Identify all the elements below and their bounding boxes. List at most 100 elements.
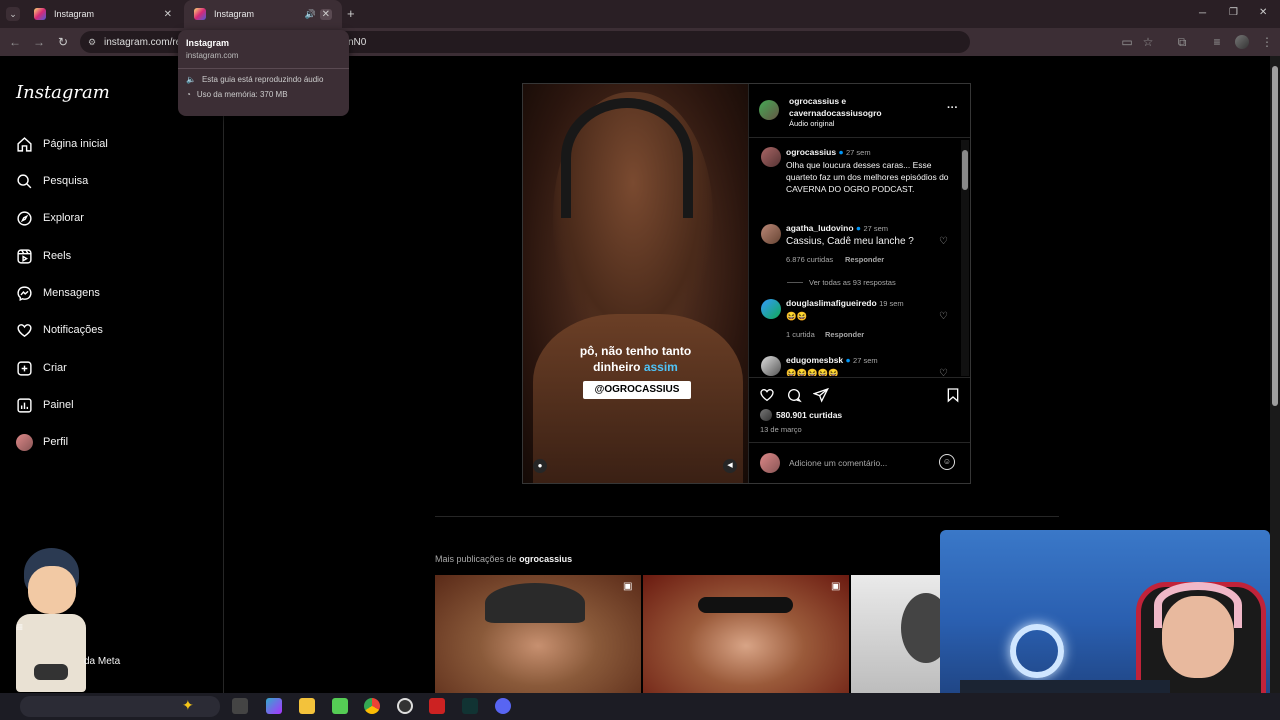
verified-badge-icon: ● [845, 355, 851, 365]
save-bookmark-icon[interactable] [945, 387, 961, 403]
reel-video[interactable]: pô, não tenho tanto dinheiro assim @OGRO… [523, 84, 748, 483]
task-view-icon[interactable] [232, 698, 248, 714]
comment-likes[interactable]: 6.876 curtidas [786, 255, 833, 264]
nav-profile[interactable]: Perfil [16, 430, 68, 454]
tab-search-button[interactable]: ⌄ [6, 7, 20, 21]
reels-icon [17, 248, 32, 264]
reply-button[interactable]: Responder [845, 255, 884, 264]
install-app-icon[interactable]: ▭ [1120, 35, 1134, 49]
section-divider [435, 516, 1059, 517]
new-tab-button[interactable]: + [347, 6, 355, 21]
nav-reels[interactable]: Reels [16, 244, 71, 268]
page-scrollbar[interactable] [1270, 56, 1280, 693]
audio-label[interactable]: Áudio original [789, 119, 834, 128]
close-tab-icon[interactable]: ✕ [319, 8, 332, 20]
copilot-sparkle-icon[interactable]: ✦ [182, 697, 194, 714]
tagged-user-icon[interactable]: ● [533, 459, 547, 473]
nav-create[interactable]: Criar [16, 356, 67, 380]
app-icon-green[interactable] [332, 698, 348, 714]
media-control-icon[interactable]: ≡ [1210, 35, 1224, 49]
tab-instagram-1[interactable]: Instagram ✕ [24, 0, 182, 28]
home-icon [17, 136, 32, 152]
nav-home[interactable]: Página inicial [16, 132, 108, 156]
view-replies-link[interactable]: Ver todas as 93 respostas [809, 278, 896, 287]
ring-light [1010, 624, 1064, 678]
instagram-logo[interactable]: Instagram [16, 82, 110, 103]
comment-username[interactable]: douglaslimafigueiredo [786, 298, 877, 308]
app-icon-red[interactable] [429, 698, 445, 714]
file-explorer-icon[interactable] [299, 698, 315, 714]
chrome-icon[interactable] [364, 698, 380, 714]
post-thumbnail[interactable]: ▣ [643, 575, 849, 693]
reload-icon[interactable]: ↻ [56, 35, 70, 49]
post-thumbnail[interactable] [851, 575, 941, 693]
comment-avatar[interactable] [761, 356, 781, 376]
more-menu-icon[interactable]: ≡ [16, 620, 23, 634]
comment-text: 😆😆 [786, 311, 808, 321]
audio-playing-icon[interactable]: 🔊 [305, 9, 316, 20]
meta-label[interactable]: da Meta [84, 656, 120, 667]
nav-explore[interactable]: Explorar [16, 206, 84, 230]
author-line1[interactable]: ogrocassius e [789, 96, 846, 106]
nav-messages[interactable]: Mensagens [16, 281, 100, 305]
hover-card-memory: ◔ Uso da memória: 370 MB [186, 90, 288, 99]
restore-icon[interactable]: ❐ [1229, 7, 1238, 18]
nav-label: Página inicial [43, 138, 108, 150]
minimize-icon[interactable]: ─ [1199, 8, 1206, 19]
comment-text: Olha que loucura desses caras... Esse qu… [786, 160, 949, 194]
comment-avatar[interactable] [761, 224, 781, 244]
comments-scrollbar[interactable] [961, 140, 969, 376]
like-icon[interactable] [759, 387, 775, 403]
profile-avatar[interactable] [1235, 35, 1249, 49]
post-thumbnail[interactable]: ▣ [435, 575, 641, 693]
hover-card-title: Instagram [186, 38, 230, 48]
comment-username[interactable]: edugomesbsk [786, 355, 843, 365]
headset-shape [1154, 582, 1242, 628]
close-window-icon[interactable]: ✕ [1259, 7, 1267, 18]
obs-icon[interactable] [397, 698, 413, 714]
headphones-shape [561, 98, 693, 218]
back-icon[interactable]: ← [8, 35, 22, 49]
like-comment-icon[interactable]: ♡ [939, 236, 948, 247]
extensions-icon[interactable]: ⧉ [1175, 35, 1189, 49]
browser-tab-bar: ⌄ Instagram ✕ Instagram 🔊 ✕ + ─ ❐ ✕ [0, 0, 1280, 28]
video-handle-tag: @OGROCASSIUS [583, 381, 691, 399]
comment-icon[interactable] [786, 387, 802, 403]
reel-icon: ▣ [831, 581, 841, 592]
site-info-icon[interactable]: ⚙ [88, 37, 96, 48]
comment-avatar[interactable] [761, 147, 781, 167]
reply-button[interactable]: Responder [825, 330, 864, 339]
share-icon[interactable] [813, 387, 829, 403]
likes-count[interactable]: 580.901 curtidas [776, 410, 842, 420]
comment-item: edugomesbsk ● 27 sem 😆😆😆😆😆 [786, 354, 956, 376]
comment-time: 19 sem [879, 299, 904, 308]
nav-search[interactable]: Pesquisa [16, 169, 88, 193]
author-avatar[interactable] [759, 100, 779, 120]
browser-menu-icon[interactable]: ⋮ [1260, 35, 1274, 49]
comment-username[interactable]: agatha_ludovino [786, 223, 854, 233]
emoji-icon[interactable]: ☺ [939, 454, 955, 470]
forward-icon[interactable]: → [32, 35, 46, 49]
copilot-icon[interactable] [266, 698, 282, 714]
verified-badge-icon: ● [838, 147, 844, 157]
discord-icon[interactable] [495, 698, 511, 714]
like-comment-icon[interactable]: ♡ [939, 311, 948, 322]
nav-label: Explorar [43, 212, 84, 224]
more-posts-user[interactable]: ogrocassius [519, 554, 572, 564]
nav-notifications[interactable]: Notificações [16, 318, 103, 342]
close-tab-icon[interactable]: ✕ [164, 9, 172, 20]
author-line2[interactable]: cavernadocassiusogro [789, 108, 882, 118]
more-options-icon[interactable]: ··· [947, 102, 958, 114]
app-icon-waveform[interactable] [462, 698, 478, 714]
my-avatar [760, 453, 780, 473]
nav-dashboard[interactable]: Painel [16, 393, 74, 417]
nav-label: Mensagens [43, 287, 100, 299]
comment-username[interactable]: ogrocassius [786, 147, 836, 157]
tab-instagram-2[interactable]: Instagram 🔊 ✕ [184, 0, 342, 28]
volume-icon[interactable]: ◀ [723, 459, 737, 473]
comment-avatar[interactable] [761, 299, 781, 319]
nav-label: Painel [43, 399, 74, 411]
comment-likes[interactable]: 1 curtida [786, 330, 815, 339]
comment-input[interactable]: Adicione um comentário... [789, 458, 929, 468]
bookmark-star-icon[interactable]: ☆ [1141, 35, 1155, 49]
